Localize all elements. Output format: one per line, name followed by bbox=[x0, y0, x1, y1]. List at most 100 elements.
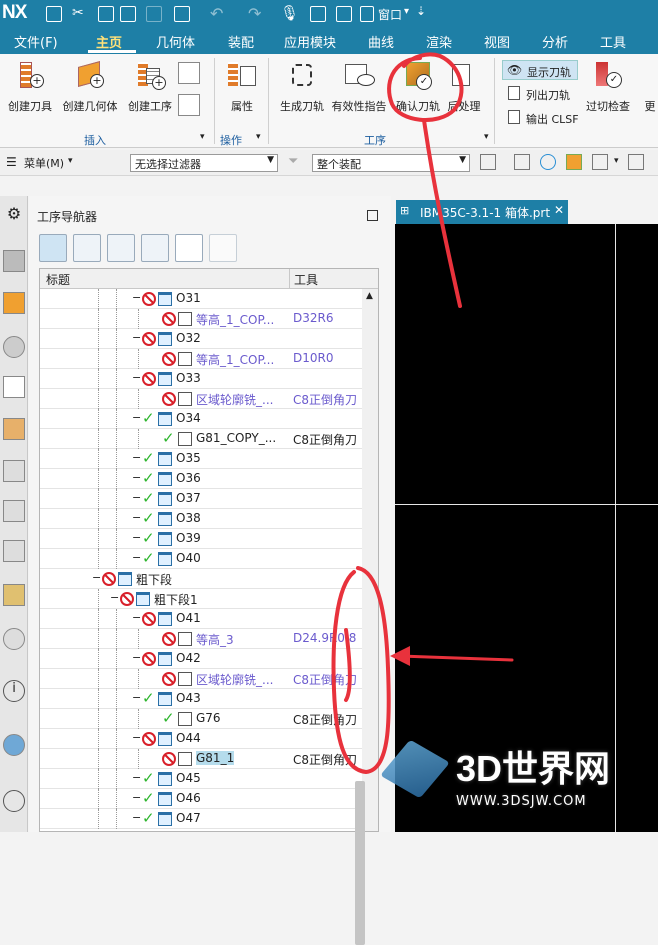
tree-row[interactable]: − ✓ O39 bbox=[40, 529, 362, 549]
tree-row[interactable]: G81_1 C8正倒角刀 bbox=[40, 749, 362, 769]
copy-icon[interactable] bbox=[98, 6, 114, 22]
collapse-icon[interactable]: − bbox=[132, 331, 141, 344]
insert-small-icon-1[interactable] bbox=[178, 62, 200, 84]
clock-icon[interactable] bbox=[3, 790, 25, 812]
globe-icon[interactable] bbox=[3, 734, 25, 756]
collapse-icon[interactable]: − bbox=[132, 451, 141, 464]
menu-button[interactable]: 菜单(M) bbox=[24, 155, 64, 171]
tree-row[interactable]: − ✓ O38 bbox=[40, 509, 362, 529]
select-body-icon[interactable] bbox=[628, 154, 644, 170]
tree-row[interactable]: − 粗下段1 bbox=[40, 589, 362, 609]
list-toolpath-button[interactable]: 列出刀轨 bbox=[502, 84, 578, 104]
type-filter-select[interactable]: 无选择过滤器 ▼ bbox=[130, 154, 278, 172]
vertical-scrollbar[interactable]: ▲ bbox=[362, 289, 378, 831]
web-browser-icon[interactable] bbox=[3, 584, 25, 606]
tree-row[interactable]: − ✓ O36 bbox=[40, 469, 362, 489]
tab-view[interactable]: 视图 bbox=[484, 32, 510, 51]
tree-row[interactable]: − ✓ O34 bbox=[40, 409, 362, 429]
window-menu[interactable]: 窗口 bbox=[378, 6, 402, 23]
tree-row[interactable]: − O32 bbox=[40, 329, 362, 349]
geometry-view-icon[interactable] bbox=[107, 234, 135, 262]
solid-icon[interactable] bbox=[566, 154, 582, 170]
assembly-scope-select[interactable]: 整个装配 ▼ bbox=[312, 154, 470, 172]
operations-group-dropdown-icon[interactable]: ▾ bbox=[256, 132, 261, 142]
collapse-icon[interactable]: − bbox=[110, 591, 119, 604]
tree-row[interactable]: − ✓ O43 bbox=[40, 689, 362, 709]
menu-icon[interactable]: ☰ bbox=[6, 155, 17, 169]
attributes-button[interactable]: 属性 bbox=[222, 60, 262, 114]
collapse-icon[interactable]: − bbox=[92, 571, 101, 584]
tree-row[interactable]: ✓ G76 C8正倒角刀 bbox=[40, 709, 362, 729]
paste-icon[interactable] bbox=[120, 6, 136, 22]
collapse-icon[interactable]: − bbox=[132, 471, 141, 484]
tab-tools[interactable]: 工具 bbox=[600, 32, 626, 51]
window-icon[interactable] bbox=[360, 6, 374, 22]
collapse-icon[interactable]: − bbox=[132, 791, 141, 804]
scroll-up-icon[interactable]: ▲ bbox=[366, 291, 373, 301]
create-new-icon[interactable] bbox=[175, 234, 203, 262]
machine-tool-view-icon[interactable] bbox=[73, 234, 101, 262]
navigator-tree[interactable]: 标题 工具 − O31 等高_1_COP... D32R6 − O32 等高_1_COP..… bbox=[39, 268, 379, 832]
hexagon-icon[interactable] bbox=[540, 154, 556, 170]
hd3d-tools-icon[interactable] bbox=[3, 540, 25, 562]
save-as-icon[interactable] bbox=[174, 6, 190, 22]
create-tool-button[interactable]: + 创建刀具 bbox=[6, 60, 54, 114]
insert-small-icon-2[interactable] bbox=[178, 94, 200, 116]
output-clsf-button[interactable]: 输出 CLSF bbox=[502, 108, 582, 128]
tree-row[interactable]: − O44 bbox=[40, 729, 362, 749]
tab-geometry[interactable]: 几何体 bbox=[156, 32, 195, 51]
collapse-icon[interactable]: − bbox=[132, 651, 141, 664]
tab-curve[interactable]: 曲线 bbox=[368, 32, 394, 51]
insert-group-dropdown-icon[interactable]: ▾ bbox=[200, 132, 205, 142]
tab-assembly[interactable]: 装配 bbox=[228, 32, 254, 51]
reuse-library-icon[interactable] bbox=[3, 500, 25, 522]
info-icon[interactable]: i bbox=[3, 680, 25, 702]
collapse-icon[interactable]: − bbox=[132, 611, 141, 624]
tree-row[interactable]: − O33 bbox=[40, 369, 362, 389]
tree-row[interactable]: 等高_3 D24.9R0.8 bbox=[40, 629, 362, 649]
tree-row[interactable]: 区域轮廓铣_... C8正倒角刀 bbox=[40, 389, 362, 409]
tree-row[interactable]: − O42 bbox=[40, 649, 362, 669]
new-icon[interactable] bbox=[146, 6, 162, 22]
snap-point-icon[interactable] bbox=[514, 154, 530, 170]
collapse-icon[interactable]: − bbox=[132, 411, 141, 424]
filter-icon[interactable]: ⏷ bbox=[288, 154, 298, 169]
tree-row[interactable]: ✓ G81_COPY_... C8正倒角刀 bbox=[40, 429, 362, 449]
column-header-title[interactable]: 标题 bbox=[46, 271, 70, 288]
tab-applications[interactable]: 应用模块 bbox=[284, 32, 336, 51]
tree-row[interactable]: − O41 bbox=[40, 609, 362, 629]
scrollbar-thumb[interactable] bbox=[355, 781, 365, 945]
more-button[interactable]: 更 bbox=[642, 60, 658, 114]
switch-window-icon[interactable] bbox=[336, 6, 352, 22]
history-icon[interactable] bbox=[3, 628, 25, 650]
tree-row[interactable]: − ✓ O37 bbox=[40, 489, 362, 509]
collapse-icon[interactable]: − bbox=[132, 811, 141, 824]
tree-row[interactable]: − O31 bbox=[40, 289, 362, 309]
microphone-icon[interactable]: 🎙 bbox=[280, 4, 299, 22]
tree-row[interactable]: − ✓ O46 bbox=[40, 789, 362, 809]
collapse-icon[interactable]: − bbox=[132, 491, 141, 504]
tab-file[interactable]: 文件(F) bbox=[14, 32, 58, 51]
overcut-check-button[interactable]: ✓ 过切检查 bbox=[582, 60, 634, 114]
cut-icon[interactable]: ✂ bbox=[72, 5, 84, 21]
settings-gear-icon[interactable]: ⚙ bbox=[3, 204, 25, 226]
tree-row[interactable]: − ✓ O35 bbox=[40, 449, 362, 469]
chevron-down-icon[interactable]: ▾ bbox=[404, 6, 409, 17]
collapse-icon[interactable]: − bbox=[132, 531, 141, 544]
tree-row[interactable]: − ✓ O47 bbox=[40, 809, 362, 829]
tree-row[interactable]: − ✓ O45 bbox=[40, 769, 362, 789]
collapse-icon[interactable]: − bbox=[132, 291, 141, 304]
create-geometry-button[interactable]: + 创建几何体 bbox=[60, 60, 120, 114]
graphics-tab[interactable]: ⊞ IBM35C-3.1-1 箱体.prt ✕ bbox=[396, 200, 568, 224]
maximize-icon[interactable] bbox=[367, 210, 378, 221]
constraint-navigator-icon[interactable] bbox=[3, 336, 25, 358]
collapse-icon[interactable]: − bbox=[132, 691, 141, 704]
customize-icon[interactable]: ⇣ bbox=[416, 4, 426, 18]
assembly-navigator-icon[interactable] bbox=[3, 292, 25, 314]
select-face-icon[interactable] bbox=[592, 154, 608, 170]
part-navigator-icon[interactable] bbox=[3, 250, 25, 272]
column-header-tool[interactable]: 工具 bbox=[294, 271, 318, 288]
selection-option-icon[interactable] bbox=[480, 154, 496, 170]
process-group-dropdown-icon[interactable]: ▾ bbox=[484, 132, 489, 142]
chevron-down-icon[interactable]: ▾ bbox=[68, 156, 73, 166]
